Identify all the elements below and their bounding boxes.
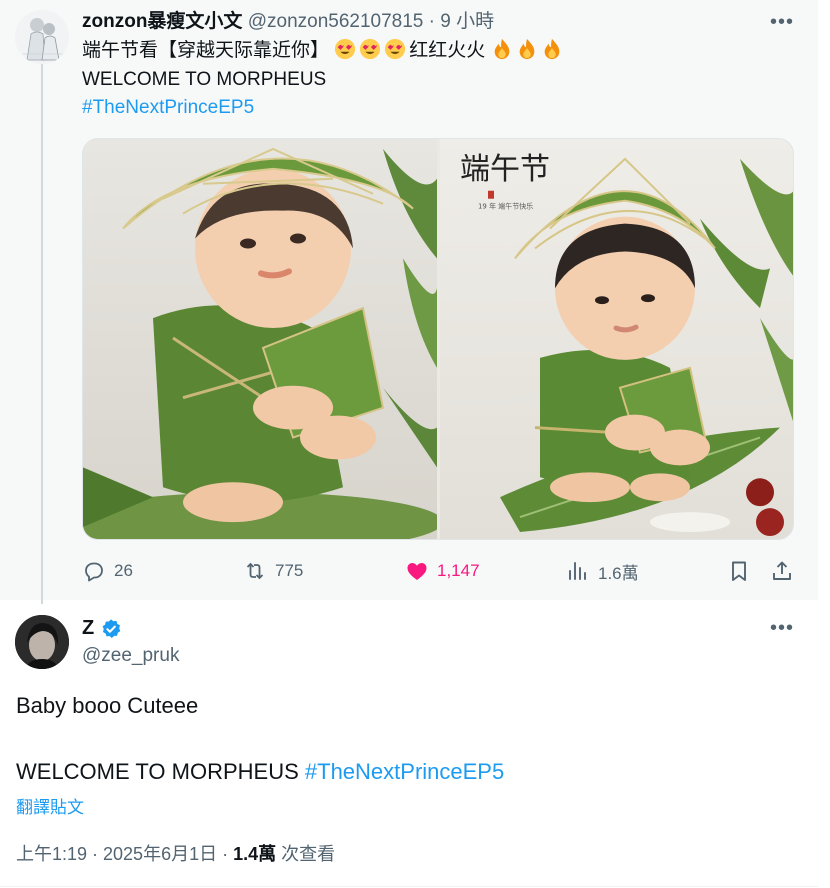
avatar-photo bbox=[15, 615, 69, 669]
bookmark-button[interactable] bbox=[727, 556, 751, 586]
more-icon[interactable]: ••• bbox=[770, 12, 794, 32]
tweet-text: 红红火火 bbox=[409, 40, 486, 61]
avatar[interactable] bbox=[15, 10, 69, 64]
like-count: 1,147 bbox=[437, 561, 480, 580]
views-label: 次查看 bbox=[276, 844, 336, 864]
fire-emoji-icon bbox=[519, 38, 534, 60]
calligraphy-text: 端午节 bbox=[460, 152, 550, 187]
handle[interactable]: @zee_pruk bbox=[82, 645, 179, 667]
more-icon[interactable]: ••• bbox=[770, 618, 794, 638]
retweet-icon bbox=[246, 562, 264, 580]
heart-eyes-emoji-icon bbox=[360, 38, 381, 60]
photo-left[interactable] bbox=[83, 139, 437, 539]
tweet-text-line-2: WELCOME TO MORPHEUS bbox=[82, 69, 327, 90]
tweet-text-line-1: 端午节看【穿越天际靠近你】 红红火火 bbox=[82, 38, 566, 64]
views-count: 1.6萬 bbox=[598, 563, 639, 583]
action-bar: 26 775 1,147 1.6萬 bbox=[0, 556, 818, 586]
share-button[interactable] bbox=[770, 556, 794, 586]
photo-right[interactable]: 端午节 19 年 端午节快乐 bbox=[440, 139, 794, 539]
translate-post-link[interactable]: 翻譯貼文 bbox=[16, 793, 84, 818]
avatar[interactable] bbox=[15, 615, 69, 669]
heart-icon bbox=[407, 563, 427, 580]
share-icon bbox=[773, 561, 791, 580]
views-button[interactable]: 1.6萬 bbox=[566, 556, 639, 586]
parent-tweet-header: zonzon暴瘦文小文 @zonzon562107815 · 9 小時 bbox=[82, 10, 494, 34]
tweet-text: 端午节看【穿越天际靠近你】 bbox=[82, 40, 330, 61]
heart-eyes-emoji-icon bbox=[385, 38, 406, 60]
reply-text-line-2: WELCOME TO MORPHEUS #TheNextPrinceEP5 bbox=[16, 758, 504, 786]
retweet-button[interactable]: 775 bbox=[243, 556, 303, 586]
reply-meta: 上午1:19 · 2025年6月1日 · 1.4萬 次查看 bbox=[16, 840, 335, 866]
reply-count: 26 bbox=[114, 561, 133, 580]
hashtag-link[interactable]: #TheNextPrinceEP5 bbox=[305, 759, 504, 784]
reply-text: WELCOME TO MORPHEUS bbox=[16, 759, 305, 784]
verified-badge-icon bbox=[102, 618, 121, 638]
avatar-illustration bbox=[15, 10, 69, 64]
display-name[interactable]: Z bbox=[82, 617, 94, 640]
reply-button[interactable]: 26 bbox=[82, 556, 133, 586]
hashtag-link[interactable]: #TheNextPrinceEP5 bbox=[82, 95, 254, 121]
divider bbox=[0, 886, 818, 887]
reply-icon bbox=[85, 562, 103, 582]
reply-author[interactable]: Z bbox=[82, 617, 122, 640]
like-button[interactable]: 1,147 bbox=[405, 556, 480, 586]
calligraphy-caption: 19 年 端午节快乐 bbox=[478, 202, 533, 211]
bookmark-icon bbox=[732, 561, 746, 581]
fire-emoji-icon bbox=[494, 38, 509, 60]
reply-text-line-1: Baby booo Cuteee bbox=[16, 693, 199, 718]
display-name[interactable]: zonzon暴瘦文小文 bbox=[82, 11, 242, 32]
timestamp[interactable]: 上午1:19 · 2025年6月1日 · bbox=[16, 844, 233, 864]
handle[interactable]: @zonzon562107815 bbox=[248, 11, 424, 32]
analytics-icon bbox=[569, 562, 586, 580]
fire-emoji-icon bbox=[544, 38, 559, 60]
heart-eyes-emoji-icon bbox=[335, 38, 356, 60]
timestamp[interactable]: 9 小時 bbox=[440, 11, 494, 32]
separator: · bbox=[428, 11, 435, 32]
thread-connector-line bbox=[41, 64, 43, 604]
views-count: 1.4萬 bbox=[233, 844, 277, 864]
retweet-count: 775 bbox=[275, 561, 304, 580]
media-grid: 端午节 19 年 端午节快乐 bbox=[82, 138, 794, 540]
